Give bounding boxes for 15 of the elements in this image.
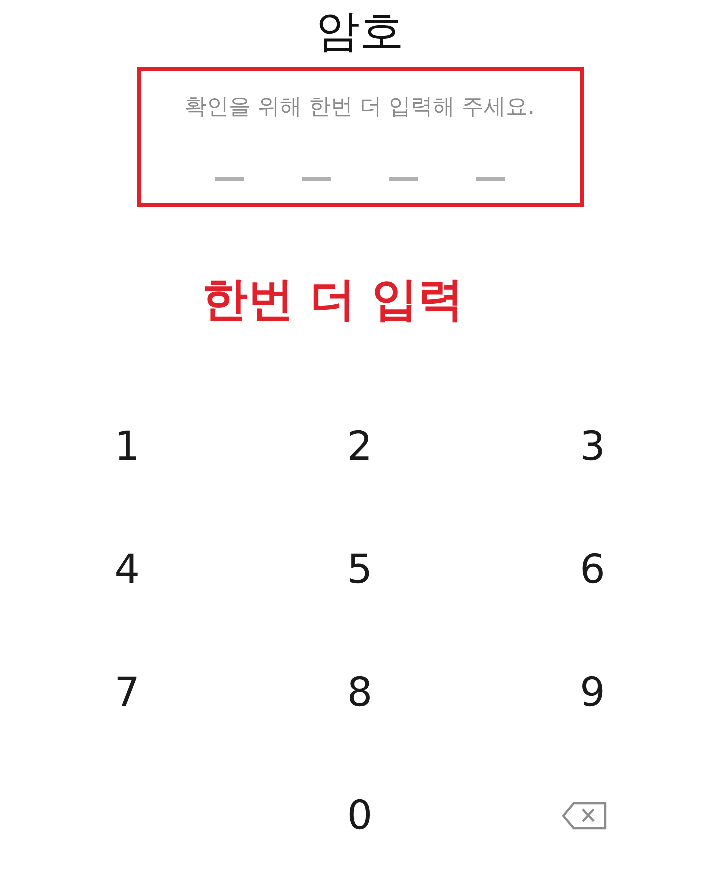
digit-key[interactable]: 4: [114, 546, 140, 592]
backspace-button[interactable]: [562, 802, 608, 830]
digit-key[interactable]: 3: [580, 424, 606, 470]
digit-key[interactable]: 5: [347, 546, 373, 592]
digit-key[interactable]: 1: [114, 424, 140, 470]
digit-key[interactable]: 7: [114, 670, 140, 716]
hint-text: 확인을 위해 한번 더 입력해 주세요.: [185, 94, 535, 122]
digit-key[interactable]: 8: [347, 670, 373, 716]
screen-title: 암호: [316, 6, 404, 58]
digit-key[interactable]: 9: [580, 670, 606, 716]
backspace-icon: [562, 802, 608, 830]
digit-key[interactable]: 2: [347, 424, 373, 470]
annotation-text: 한번 더 입력: [202, 271, 464, 327]
digit-key[interactable]: 6: [580, 546, 606, 592]
digit-key[interactable]: 0: [347, 792, 373, 838]
